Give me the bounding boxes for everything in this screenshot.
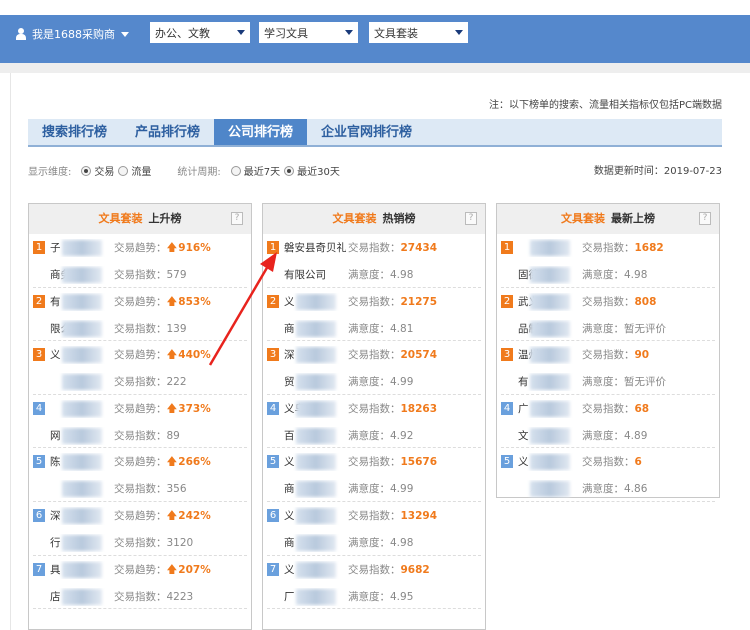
annotation-arrow bbox=[208, 252, 277, 366]
